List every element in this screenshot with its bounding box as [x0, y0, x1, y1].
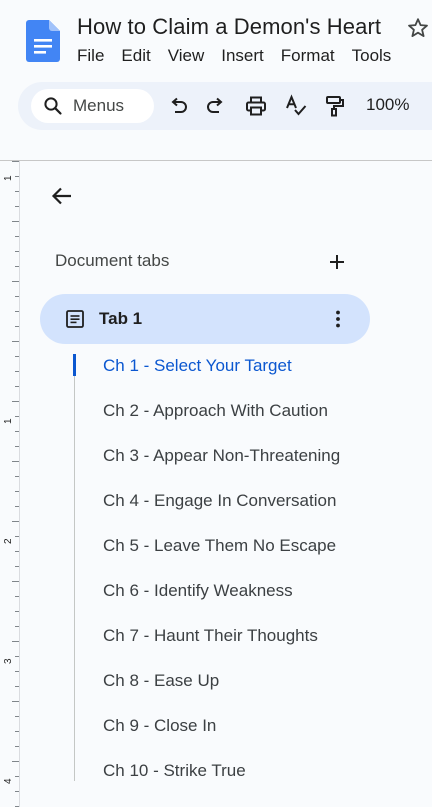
ruler-label: 1 — [3, 175, 14, 181]
menu-bar: File Edit View Insert Format Tools — [77, 46, 408, 66]
menu-edit[interactable]: Edit — [121, 46, 150, 66]
document-tabs-heading: Document tabs — [55, 251, 170, 270]
outline-heading-ch2[interactable]: Ch 2 - Approach With Caution — [103, 401, 328, 421]
outline-heading-ch6[interactable]: Ch 6 - Identify Weakness — [103, 581, 293, 601]
search-icon — [44, 97, 62, 115]
back-arrow-icon[interactable] — [48, 182, 76, 210]
menu-file[interactable]: File — [77, 46, 104, 66]
outline-heading-ch4[interactable]: Ch 4 - Engage In Conversation — [103, 491, 336, 511]
outline-heading-ch7[interactable]: Ch 7 - Haunt Their Thoughts — [103, 626, 318, 646]
document-title[interactable]: How to Claim a Demon's Heart — [77, 14, 381, 40]
print-icon[interactable] — [244, 94, 268, 118]
document-page-icon — [66, 310, 84, 328]
menu-view[interactable]: View — [168, 46, 205, 66]
outline-heading-ch10[interactable]: Ch 10 - Strike True — [103, 761, 246, 781]
undo-icon[interactable] — [166, 94, 190, 118]
ruler-label: 4 — [3, 778, 14, 784]
active-heading-indicator — [73, 354, 76, 376]
redo-icon[interactable] — [204, 94, 228, 118]
more-options-icon[interactable] — [326, 307, 350, 331]
outline-heading-ch8[interactable]: Ch 8 - Ease Up — [103, 671, 219, 691]
paint-format-icon[interactable] — [322, 94, 346, 118]
outline-heading-ch3[interactable]: Ch 3 - Appear Non-Threatening — [103, 446, 340, 466]
ruler-label: 2 — [3, 538, 14, 544]
search-label: Menus — [73, 96, 125, 115]
outline-guide-line — [74, 354, 75, 781]
tab-1[interactable]: Tab 1 — [40, 294, 370, 344]
spellcheck-icon[interactable] — [284, 94, 308, 118]
outline-heading-ch9[interactable]: Ch 9 - Close In — [103, 716, 216, 736]
star-icon[interactable] — [406, 16, 430, 40]
tab-label: Tab 1 — [99, 309, 143, 328]
outline-heading-ch1[interactable]: Ch 1 - Select Your Target — [103, 356, 292, 376]
zoom-select[interactable]: 100% — [366, 95, 409, 115]
chevron-down-icon[interactable] — [428, 96, 432, 116]
ruler-label: 3 — [3, 658, 14, 664]
ruler-label: 1 — [3, 418, 14, 424]
menu-tools[interactable]: Tools — [352, 46, 392, 66]
toolbar: Menus 100% — [18, 82, 432, 130]
vertical-ruler: 1 1 2 3 4 — [3, 161, 20, 807]
google-docs-logo-icon[interactable] — [26, 20, 60, 62]
menu-format[interactable]: Format — [281, 46, 335, 66]
menu-insert[interactable]: Insert — [221, 46, 264, 66]
add-tab-plus-icon[interactable] — [326, 251, 348, 273]
search-menus-button[interactable]: Menus — [31, 89, 154, 123]
outline-heading-ch5[interactable]: Ch 5 - Leave Them No Escape — [103, 536, 336, 556]
